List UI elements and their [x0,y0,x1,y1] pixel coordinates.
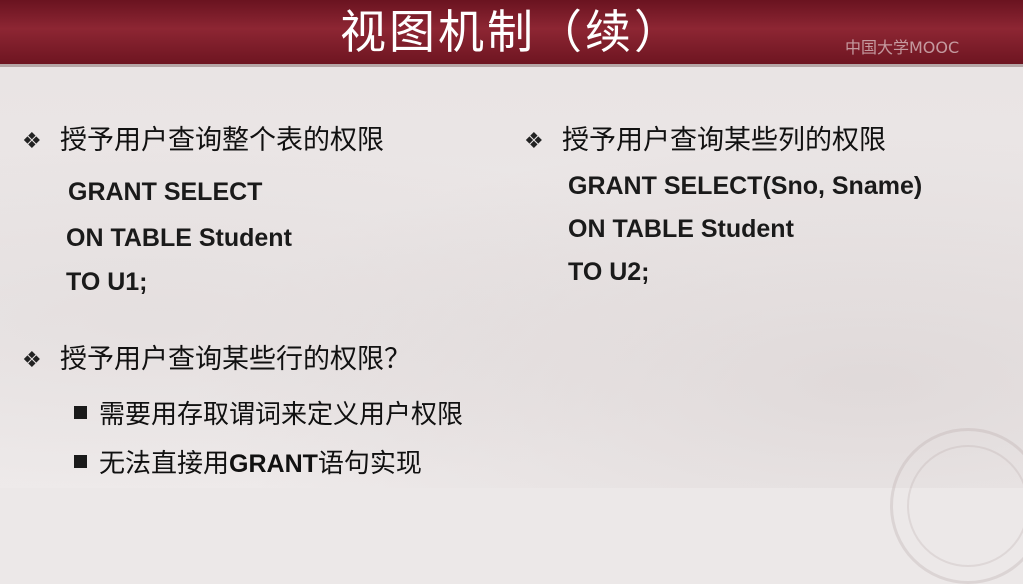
bullet-some-rows: ❖ 授予用户查询某些行的权限？ [22,343,411,378]
code-left-line-3: TO U1; [66,268,148,296]
bullet-whole-table-text: 授予用户查询整个表的权限 [60,125,384,156]
sub-bullet-grant-limitation: 无法直接用GRANT语句实现 [74,447,422,481]
bullet-some-columns: ❖ 授予用户查询某些列的权限 [524,124,886,159]
square-bullet-icon [74,455,87,468]
sub-bullet-access-predicate-text: 需要用存取谓词来定义用户权限 [99,400,464,430]
diamond-bullet-icon: ❖ [524,129,544,154]
square-bullet-icon [74,406,87,419]
code-left-line-1: GRANT SELECT [68,178,263,206]
grant-keyword: GRANT [229,450,318,478]
bullet-some-rows-text: 授予用户查询某些行的权限？ [60,344,411,375]
diamond-bullet-icon: ❖ [22,348,42,373]
sub-bullet-grant-prefix: 无法直接用 [99,449,230,479]
mooc-watermark: 中国大学MOOC [845,38,960,57]
code-right-line-1: GRANT SELECT(Sno, Sname) [568,172,923,200]
sub-bullet-access-predicate: 需要用存取谓词来定义用户权限 [74,398,463,432]
code-right-line-3: TO U2; [568,258,650,286]
bullet-some-columns-text: 授予用户查询某些列的权限 [562,125,886,156]
code-right-line-2: ON TABLE Student [568,215,794,243]
title-bar: 视图机制（续） 中国大学MOOC [0,0,1023,67]
bullet-whole-table: ❖ 授予用户查询整个表的权限 [22,124,384,159]
diamond-bullet-icon: ❖ [22,129,42,154]
code-left-line-2: ON TABLE Student [66,224,292,252]
sub-bullet-grant-suffix: 语句实现 [317,449,422,479]
